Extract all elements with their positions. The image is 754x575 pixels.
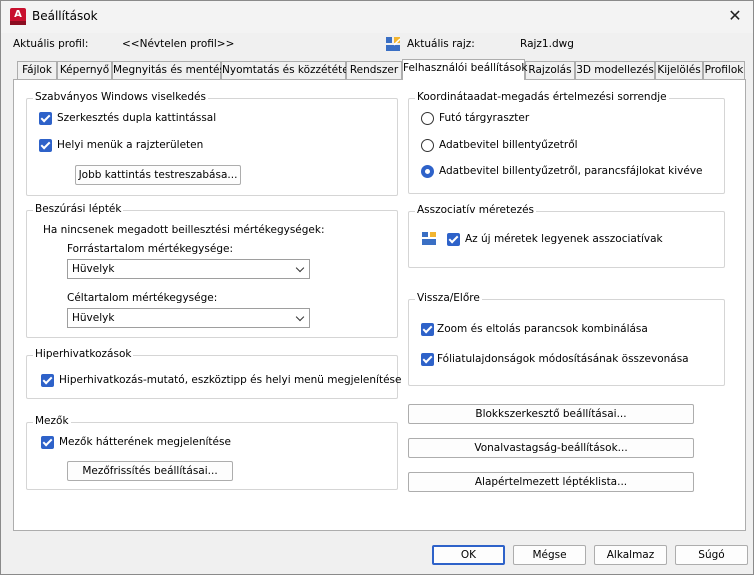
shortcut-menus-label: Helyi menük a rajzterületen <box>57 139 204 151</box>
target-units-value: Hüvelyk <box>72 312 115 324</box>
field-background-checkbox[interactable] <box>41 436 54 449</box>
combine-layer-label: Fóliatulajdonságok módosításának összevo… <box>437 353 689 365</box>
hyperlink-display-checkbox[interactable] <box>41 374 54 387</box>
tab-profiles[interactable]: Profilok <box>703 61 745 79</box>
coord-priority-title: Koordinátaadat-megadás értelmezési sorre… <box>415 91 669 103</box>
coord-priority-group: Koordinátaadat-megadás értelmezési sorre… <box>408 91 725 194</box>
options-dialog: A Beállítások ✕ Aktuális profil: <<Névte… <box>0 0 754 575</box>
radio-running-osnap-label: Futó tárgyraszter <box>439 112 530 124</box>
default-scale-list-button[interactable]: Alapértelmezett léptéklista... <box>408 472 694 492</box>
tab-drafting[interactable]: Rajzolás <box>525 61 575 79</box>
tab-3d-modeling[interactable]: 3D modellezés <box>575 61 655 79</box>
lineweight-settings-button[interactable]: Vonalvastagság-beállítások... <box>408 438 694 458</box>
insertion-scale-title: Beszúrási lépték <box>33 203 124 215</box>
tab-open-save[interactable]: Megnyitás és mentés <box>112 61 225 79</box>
field-background-label: Mezők hátterének megjelenítése <box>59 436 231 448</box>
tab-selection[interactable]: Kijelölés <box>655 61 703 79</box>
windows-behavior-group: Szabványos Windows viselkedés Szerkeszté… <box>26 91 398 196</box>
hyperlink-title: Hiperhivatkozások <box>33 348 134 360</box>
ok-button[interactable]: OK <box>432 545 505 565</box>
assoc-dim-checkbox[interactable] <box>447 233 460 246</box>
tab-files[interactable]: Fájlok <box>17 61 57 79</box>
drawing-label: Aktuális rajz: <box>407 38 475 50</box>
close-icon[interactable]: ✕ <box>723 5 747 27</box>
app-logo-icon: A <box>10 8 26 25</box>
title-bar: A Beállítások ✕ <box>1 1 753 33</box>
radio-keyboard-except-scripts-label: Adatbevitel billentyűzetről, parancsfájl… <box>439 165 703 177</box>
target-units-select[interactable]: Hüvelyk <box>67 308 310 328</box>
cancel-button[interactable]: Mégse <box>513 545 586 565</box>
profile-value: <<Névtelen profil>> <box>122 38 235 50</box>
tab-plot-publish[interactable]: Nyomtatás és közzététel <box>221 61 352 79</box>
fields-group: Mezők Mezők hátterének megjelenítése Mez… <box>26 415 398 490</box>
combine-zoom-label: Zoom és eltolás parancsok kombinálása <box>437 323 648 335</box>
source-units-label: Forrástartalom mértékegysége: <box>67 243 233 255</box>
user-preferences-panel: Szabványos Windows viselkedés Szerkeszté… <box>13 79 746 531</box>
drawing-file-icon <box>385 36 401 52</box>
assoc-dim-group: Asszociatív méretezés Az új méretek legy… <box>408 204 725 268</box>
assoc-dim-icon <box>421 230 437 246</box>
combine-layer-checkbox[interactable] <box>421 353 434 366</box>
source-units-select[interactable]: Hüvelyk <box>67 259 310 279</box>
dblclick-edit-checkbox[interactable] <box>39 112 52 125</box>
help-button[interactable]: Súgó <box>675 545 748 565</box>
insertion-scale-group: Beszúrási lépték Ha nincsenek megadott b… <box>26 203 398 338</box>
block-editor-settings-button[interactable]: Blokkszerkesztő beállításai... <box>408 404 694 424</box>
assoc-dim-title: Asszociatív méretezés <box>415 204 537 216</box>
right-click-customize-button[interactable]: Jobb kattintás testreszabása... <box>75 165 241 185</box>
source-units-value: Hüvelyk <box>72 263 115 275</box>
insertion-scale-desc: Ha nincsenek megadott beillesztési mérté… <box>43 224 325 236</box>
hyperlink-group: Hiperhivatkozások Hiperhivatkozás-mutató… <box>26 348 402 399</box>
radio-keyboard-entry[interactable] <box>421 139 434 152</box>
radio-keyboard-except-scripts[interactable] <box>421 165 434 178</box>
target-units-label: Céltartalom mértékegysége: <box>67 292 218 304</box>
apply-button[interactable]: Alkalmaz <box>594 545 667 565</box>
hyperlink-display-label: Hiperhivatkozás-mutató, eszköztipp és he… <box>59 374 402 386</box>
undo-redo-group: Vissza/Előre Zoom és eltolás parancsok k… <box>408 292 725 386</box>
chevron-down-icon <box>295 263 305 273</box>
profile-label: Aktuális profil: <box>13 38 89 50</box>
field-update-settings-button[interactable]: Mezőfrissítés beállításai... <box>67 461 233 481</box>
tab-display[interactable]: Képernyő <box>57 61 112 79</box>
fields-title: Mezők <box>33 415 71 427</box>
radio-keyboard-entry-label: Adatbevitel billentyűzetről <box>439 139 578 151</box>
combine-zoom-checkbox[interactable] <box>421 323 434 336</box>
windows-behavior-title: Szabványos Windows viselkedés <box>33 91 208 103</box>
tab-user-preferences[interactable]: Felhasználói beállítások <box>402 59 527 80</box>
assoc-dim-label: Az új méretek legyenek asszociatívak <box>465 233 663 245</box>
dblclick-edit-label: Szerkesztés dupla kattintással <box>57 112 217 124</box>
shortcut-menus-checkbox[interactable] <box>39 139 52 152</box>
radio-running-osnap[interactable] <box>421 112 434 125</box>
tab-system[interactable]: Rendszer <box>346 61 402 79</box>
drawing-value: Rajz1.dwg <box>520 38 574 50</box>
undo-redo-title: Vissza/Előre <box>415 292 482 304</box>
chevron-down-icon <box>295 312 305 322</box>
window-title: Beállítások <box>32 9 98 23</box>
